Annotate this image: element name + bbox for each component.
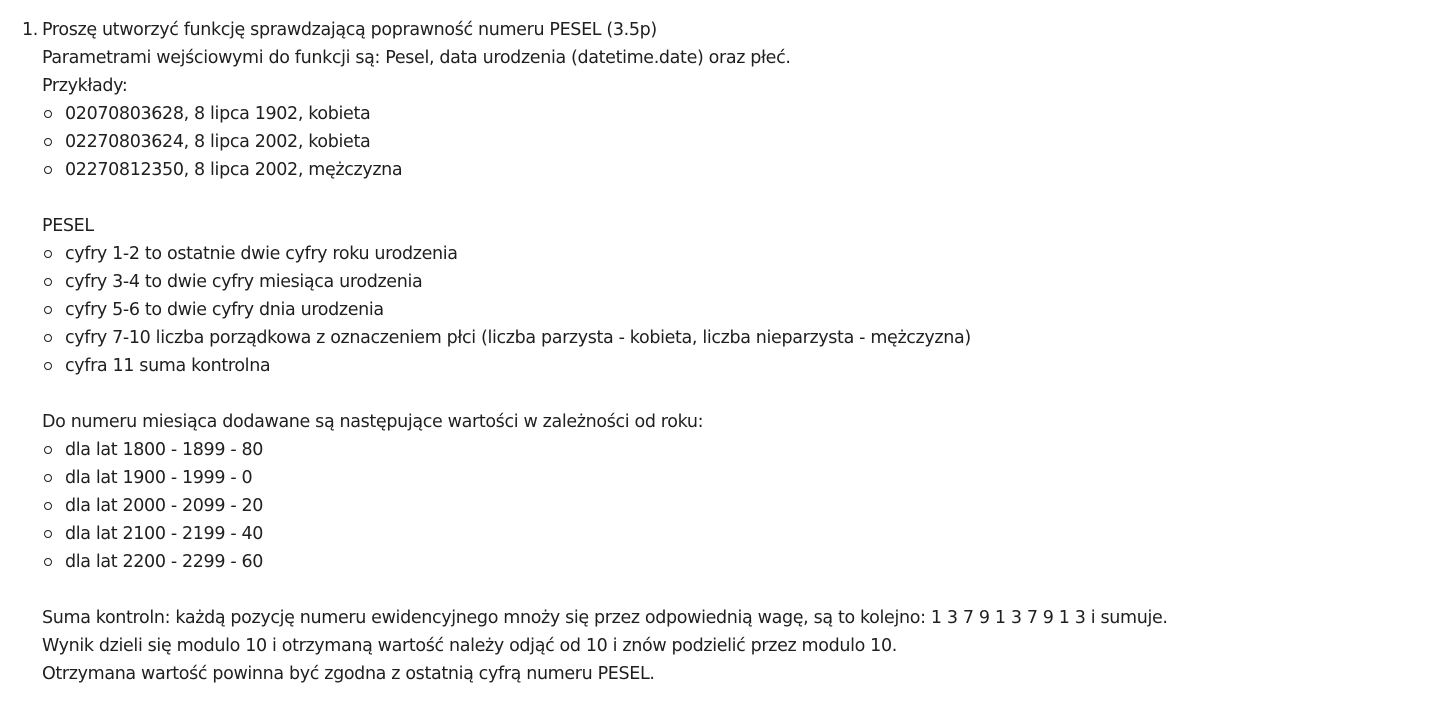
list-item: 02070803628, 8 lipca 1902, kobieta bbox=[22, 100, 1422, 128]
list-item: dla lat 2100 - 2199 - 40 bbox=[22, 520, 1422, 548]
month-item-text: dla lat 2000 - 2099 - 20 bbox=[65, 496, 264, 516]
params-line: Parametrami wejściowymi do funkcji są: P… bbox=[22, 44, 1422, 72]
checksum-text: Otrzymana wartość powinna być zgodna z o… bbox=[42, 664, 655, 684]
pesel-heading-line: PESEL bbox=[22, 212, 1422, 240]
bullet-circle-icon bbox=[44, 474, 52, 482]
bullet-circle-icon bbox=[44, 558, 52, 566]
list-item: 02270803624, 8 lipca 2002, kobieta bbox=[22, 128, 1422, 156]
list-item: cyfry 7-10 liczba porządkowa z oznaczeni… bbox=[22, 324, 1422, 352]
list-item: cyfry 3-4 to dwie cyfry miesiąca urodzen… bbox=[22, 268, 1422, 296]
bullet-circle-icon bbox=[44, 530, 52, 538]
bullet-circle-icon bbox=[44, 502, 52, 510]
bullet-circle-icon bbox=[44, 334, 52, 342]
list-item: 02270812350, 8 lipca 2002, mężczyzna bbox=[22, 156, 1422, 184]
bullet-circle-icon bbox=[44, 446, 52, 454]
examples-heading-line: Przykłady: bbox=[22, 72, 1422, 100]
checksum-line: Otrzymana wartość powinna być zgodna z o… bbox=[22, 660, 1422, 688]
month-item-text: dla lat 1800 - 1899 - 80 bbox=[65, 440, 264, 460]
pesel-item-text: cyfry 5-6 to dwie cyfry dnia urodzenia bbox=[65, 300, 384, 320]
example-text: 02270803624, 8 lipca 2002, kobieta bbox=[65, 132, 371, 152]
bullet-circle-icon bbox=[44, 110, 52, 118]
bullet-circle-icon bbox=[44, 362, 52, 370]
task-title-line: 1. Proszę utworzyć funkcję sprawdzającą … bbox=[22, 16, 1422, 44]
pesel-item-text: cyfry 7-10 liczba porządkowa z oznaczeni… bbox=[65, 328, 971, 348]
bullet-circle-icon bbox=[44, 166, 52, 174]
checksum-text: Wynik dzieli się modulo 10 i otrzymaną w… bbox=[42, 636, 897, 656]
month-list: dla lat 1800 - 1899 - 80 dla lat 1900 - … bbox=[22, 436, 1422, 576]
pesel-heading: PESEL bbox=[42, 216, 94, 236]
month-item-text: dla lat 1900 - 1999 - 0 bbox=[65, 468, 253, 488]
params-text: Parametrami wejściowymi do funkcji są: P… bbox=[42, 48, 791, 68]
example-text: 02070803628, 8 lipca 1902, kobieta bbox=[65, 104, 371, 124]
checksum-text: Suma kontroln: każdą pozycję numeru ewid… bbox=[42, 608, 1168, 628]
examples-heading: Przykłady: bbox=[42, 76, 128, 96]
bullet-circle-icon bbox=[44, 306, 52, 314]
list-item: dla lat 1800 - 1899 - 80 bbox=[22, 436, 1422, 464]
month-heading-line: Do numeru miesiąca dodawane są następują… bbox=[22, 408, 1422, 436]
example-text: 02270812350, 8 lipca 2002, mężczyzna bbox=[65, 160, 403, 180]
bullet-circle-icon bbox=[44, 278, 52, 286]
document: 1. Proszę utworzyć funkcję sprawdzającą … bbox=[0, 0, 1447, 702]
list-item: dla lat 2000 - 2099 - 20 bbox=[22, 492, 1422, 520]
checksum-line: Wynik dzieli się modulo 10 i otrzymaną w… bbox=[22, 632, 1422, 660]
task-item: 1. Proszę utworzyć funkcję sprawdzającą … bbox=[22, 16, 1422, 688]
bullet-circle-icon bbox=[44, 138, 52, 146]
list-item: dla lat 2200 - 2299 - 60 bbox=[22, 548, 1422, 576]
pesel-list: cyfry 1-2 to ostatnie dwie cyfry roku ur… bbox=[22, 240, 1422, 380]
checksum-line: Suma kontroln: każdą pozycję numeru ewid… bbox=[22, 604, 1422, 632]
month-heading: Do numeru miesiąca dodawane są następują… bbox=[42, 412, 704, 432]
list-item: dla lat 1900 - 1999 - 0 bbox=[22, 464, 1422, 492]
list-item: cyfra 11 suma kontrolna bbox=[22, 352, 1422, 380]
task-number: 1. bbox=[22, 20, 38, 40]
examples-list: 02070803628, 8 lipca 1902, kobieta 02270… bbox=[22, 100, 1422, 184]
list-item: cyfry 5-6 to dwie cyfry dnia urodzenia bbox=[22, 296, 1422, 324]
pesel-item-text: cyfry 1-2 to ostatnie dwie cyfry roku ur… bbox=[65, 244, 458, 264]
list-item: cyfry 1-2 to ostatnie dwie cyfry roku ur… bbox=[22, 240, 1422, 268]
pesel-item-text: cyfry 3-4 to dwie cyfry miesiąca urodzen… bbox=[65, 272, 423, 292]
task-title: Proszę utworzyć funkcję sprawdzającą pop… bbox=[42, 20, 657, 40]
bullet-circle-icon bbox=[44, 250, 52, 258]
month-item-text: dla lat 2100 - 2199 - 40 bbox=[65, 524, 264, 544]
month-item-text: dla lat 2200 - 2299 - 60 bbox=[65, 552, 264, 572]
pesel-item-text: cyfra 11 suma kontrolna bbox=[65, 356, 271, 376]
